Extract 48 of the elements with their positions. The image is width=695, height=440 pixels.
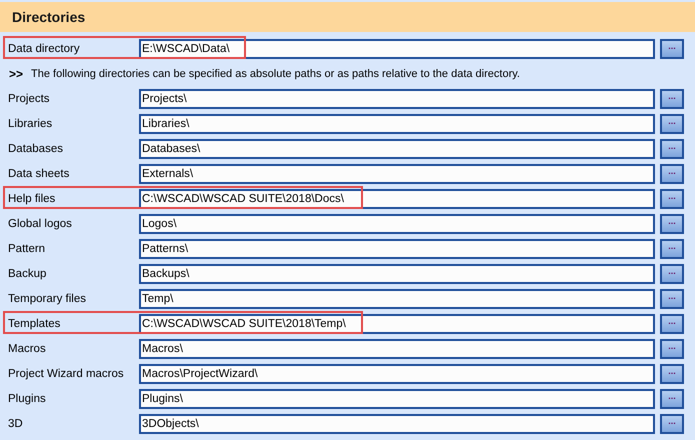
field-label: Project Wizard macros bbox=[8, 368, 125, 380]
path-field[interactable]: C:\WSCAD\WSCAD SUITE\2018\Temp\ bbox=[139, 314, 655, 334]
browse-button[interactable]: ... bbox=[660, 338, 684, 358]
path-field[interactable]: Macros\ProjectWizard\ bbox=[139, 364, 655, 384]
path-field[interactable]: Logos\ bbox=[139, 214, 655, 234]
path-field[interactable]: E:\WSCAD\Data\ bbox=[139, 38, 655, 58]
path-field[interactable]: Databases\ bbox=[139, 138, 655, 158]
browse-button[interactable]: ... bbox=[660, 188, 684, 208]
field-label: Temporary files bbox=[8, 292, 87, 304]
path-field[interactable]: C:\WSCAD\WSCAD SUITE\2018\Docs\ bbox=[139, 188, 655, 208]
note-marker: >> bbox=[9, 66, 24, 80]
browse-button[interactable]: ... bbox=[660, 364, 684, 384]
field-label: Libraries bbox=[8, 118, 54, 130]
field-label: Help files bbox=[8, 192, 56, 204]
field-label: Macros bbox=[8, 342, 47, 354]
browse-button[interactable]: ... bbox=[660, 238, 684, 258]
field-label: Databases bbox=[8, 142, 64, 154]
path-field[interactable]: Libraries\ bbox=[139, 114, 655, 134]
browse-button[interactable]: ... bbox=[660, 264, 684, 284]
browse-button[interactable]: ... bbox=[660, 114, 684, 134]
path-field[interactable]: Backups\ bbox=[139, 264, 655, 284]
path-field[interactable]: Temp\ bbox=[139, 288, 655, 308]
field-label: Data directory bbox=[8, 42, 81, 54]
browse-button[interactable]: ... bbox=[660, 88, 684, 108]
browse-button[interactable]: ... bbox=[660, 414, 684, 434]
browse-button[interactable]: ... bbox=[660, 214, 684, 234]
browse-button[interactable]: ... bbox=[660, 388, 684, 408]
section-title: Directories bbox=[12, 9, 86, 25]
path-field[interactable]: 3DObjects\ bbox=[139, 414, 655, 434]
note-text: The following directories can be specified as absolute paths or as paths relative to the data directory. bbox=[31, 68, 520, 80]
field-label: Plugins bbox=[8, 392, 47, 404]
browse-button[interactable]: ... bbox=[660, 164, 684, 184]
path-field[interactable]: Patterns\ bbox=[139, 238, 655, 258]
browse-button[interactable]: ... bbox=[660, 314, 684, 334]
browse-button[interactable]: ... bbox=[660, 38, 684, 58]
path-field[interactable]: Projects\ bbox=[139, 88, 655, 108]
field-label: Pattern bbox=[8, 242, 46, 254]
path-field[interactable]: Plugins\ bbox=[139, 388, 655, 408]
browse-button[interactable]: ... bbox=[660, 288, 684, 308]
field-label: Data sheets bbox=[8, 168, 70, 180]
path-field[interactable]: Macros\ bbox=[139, 338, 655, 358]
field-label: 3D bbox=[8, 418, 24, 430]
field-label: Global logos bbox=[8, 218, 73, 230]
field-label: Projects bbox=[8, 92, 51, 104]
browse-button[interactable]: ... bbox=[660, 138, 684, 158]
field-label: Backup bbox=[8, 268, 48, 280]
path-field[interactable]: Externals\ bbox=[139, 164, 655, 184]
field-label: Templates bbox=[8, 318, 62, 330]
